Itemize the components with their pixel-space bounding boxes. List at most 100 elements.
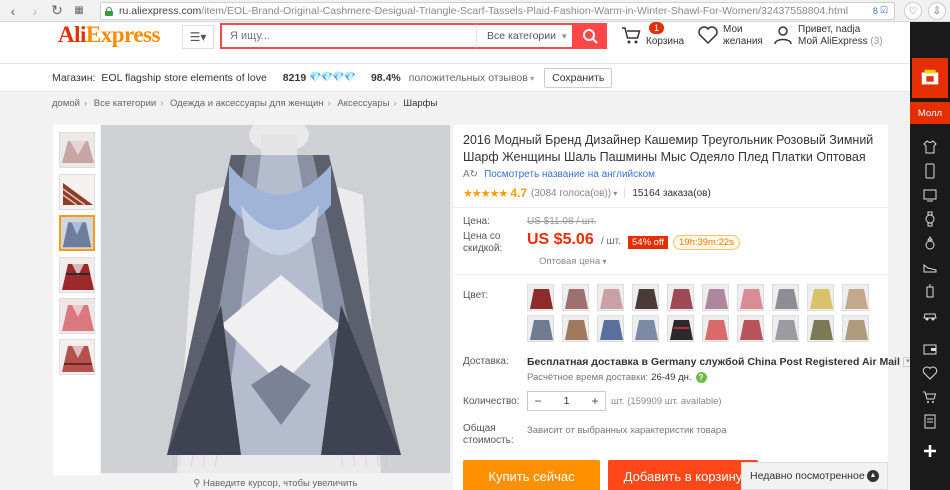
heart-icon <box>697 24 719 46</box>
rating-row: ★★★★★ 4.7 (3084 голоса(ов)) 15164 заказа… <box>463 186 711 200</box>
total-label-line1: Общая <box>463 423 496 434</box>
positive-feedback-dropdown[interactable]: положительных отзывов <box>409 72 534 84</box>
shipping-est-value: 26-49 дн. <box>651 372 692 383</box>
color-swatch[interactable] <box>527 315 554 342</box>
forward-button[interactable]: › <box>26 2 44 20</box>
color-swatch[interactable] <box>632 315 659 342</box>
heart-icon[interactable] <box>922 365 938 381</box>
address-bar[interactable]: ru.aliexpress.com/item/EOL-Brand-Origina… <box>100 2 895 20</box>
add-to-cart-button[interactable]: Добавить в корзину <box>608 460 758 490</box>
computer-icon[interactable] <box>922 187 938 203</box>
download-icon[interactable]: ⇩ <box>928 2 946 20</box>
thumbnail-strip <box>53 125 100 475</box>
color-swatch[interactable] <box>562 284 589 311</box>
orders-clipboard-icon[interactable] <box>922 413 938 429</box>
watch-icon[interactable] <box>922 211 938 227</box>
wallet-icon[interactable] <box>922 341 938 357</box>
heart-icon[interactable]: ♡ <box>904 2 922 20</box>
shirt-icon[interactable] <box>922 139 938 155</box>
apps-grid-icon[interactable]: ▦ <box>70 2 88 20</box>
shipping-method[interactable]: Бесплатная доставка в Germany службой Ch… <box>527 356 913 368</box>
translate-link-text: Посмотреть название на английском <box>484 169 656 180</box>
price-label: Цена: <box>463 216 490 227</box>
color-swatch[interactable] <box>842 315 869 342</box>
thumbnail-5[interactable] <box>59 298 95 334</box>
color-swatch[interactable] <box>772 315 799 342</box>
quantity-increase-button[interactable]: + <box>585 392 605 410</box>
toy-icon[interactable] <box>922 283 938 299</box>
lock-icon <box>105 6 113 16</box>
store-name-link[interactable]: EOL flagship store elements of love <box>101 72 266 84</box>
breadcrumb-home[interactable]: домой <box>52 98 80 109</box>
color-swatch[interactable] <box>807 284 834 311</box>
quantity-stepper: − 1 + <box>527 391 606 411</box>
color-swatch[interactable] <box>737 284 764 311</box>
mall-link[interactable]: Молл <box>910 102 950 124</box>
color-swatch[interactable] <box>597 315 624 342</box>
store-score: 8219 <box>282 71 307 84</box>
menu-button[interactable]: ☰▾ <box>182 25 214 49</box>
wholesale-price-dropdown[interactable]: Оптовая цена <box>539 256 606 267</box>
color-swatch[interactable] <box>842 284 869 311</box>
zoom-icon: ⚲ <box>193 478 201 489</box>
breadcrumb-accessories[interactable]: Аксессуары <box>337 98 389 109</box>
votes-dropdown[interactable]: (3084 голоса(ов)) <box>531 188 617 199</box>
color-swatch[interactable] <box>702 315 729 342</box>
site-header: AliExpress ☰▾ Все категории Корзина 1 Мо… <box>0 22 910 64</box>
breadcrumb: домой › Все категории › Одежда и аксессуар… <box>52 98 438 109</box>
aliexpress-logo[interactable]: AliExpress <box>58 22 160 48</box>
total-value: Зависит от выбранных характеристик товар… <box>527 425 727 436</box>
color-swatch[interactable] <box>527 284 554 311</box>
buy-now-button[interactable]: Купить сейчас <box>463 460 600 490</box>
promo-banner-icon[interactable] <box>912 58 948 98</box>
thumbnail-1[interactable] <box>59 132 95 168</box>
right-sidebar: Молл <box>910 22 950 490</box>
account-link[interactable]: Привет, nadja Мой AliExpress (3) <box>772 24 883 48</box>
color-swatch[interactable] <box>632 284 659 311</box>
search-category-select[interactable]: Все категории <box>476 23 572 49</box>
save-store-button[interactable]: Сохранить <box>544 67 613 88</box>
cart-icon[interactable] <box>922 389 938 405</box>
thumbnail-4[interactable] <box>59 257 95 293</box>
color-swatch[interactable] <box>772 284 799 311</box>
wishlist-link[interactable]: Мои желания <box>697 24 763 48</box>
breadcrumb-all-categories[interactable]: Все категории <box>94 98 156 109</box>
quantity-input[interactable]: 1 <box>548 395 585 407</box>
thumbnail-2[interactable] <box>59 174 95 210</box>
ring-icon[interactable] <box>922 235 938 251</box>
back-button[interactable]: ‹ <box>4 2 22 20</box>
old-price: US $11.08 / шт. <box>527 216 597 227</box>
color-swatch[interactable] <box>667 315 694 342</box>
help-icon[interactable]: ? <box>695 372 707 383</box>
recently-viewed-bar[interactable]: Недавно посмотренное ▲ <box>741 462 888 490</box>
thumbnail-6[interactable] <box>59 339 95 375</box>
search-button[interactable] <box>572 23 607 49</box>
quantity-decrease-button[interactable]: − <box>528 392 548 410</box>
shoe-icon[interactable] <box>922 259 938 275</box>
phone-icon[interactable] <box>922 163 938 179</box>
color-swatch[interactable] <box>737 315 764 342</box>
chevron-up-icon[interactable]: ▲ <box>867 470 879 482</box>
plus-icon[interactable] <box>922 443 938 459</box>
search-input[interactable] <box>220 23 476 49</box>
main-product-image[interactable] <box>101 125 450 473</box>
color-swatch[interactable] <box>702 284 729 311</box>
extension-badge[interactable]: 8 ☑ <box>873 5 888 16</box>
color-swatch[interactable] <box>597 284 624 311</box>
color-swatch[interactable] <box>667 284 694 311</box>
translate-link[interactable]: A↻ Посмотреть название на английском <box>463 169 655 180</box>
color-swatch[interactable] <box>562 315 589 342</box>
discount-price-label: Цена со скидкой: <box>463 231 502 255</box>
shipping-text: Бесплатная доставка в Germany службой Ch… <box>527 356 900 368</box>
breadcrumb-women-clothing[interactable]: Одежда и аксессуары для женщин <box>170 98 324 109</box>
thumbnail-3-selected[interactable] <box>59 215 95 251</box>
logo-main: Ali <box>58 22 86 47</box>
breadcrumb-scarves[interactable]: Шарфы <box>403 98 437 109</box>
cart-count-badge: 1 <box>649 22 665 34</box>
car-icon[interactable] <box>922 307 938 323</box>
color-swatch[interactable] <box>807 315 834 342</box>
reload-button[interactable]: ↻ <box>48 2 66 20</box>
recently-viewed-label: Недавно посмотренное <box>750 470 865 482</box>
discount-badge: 54% off <box>628 236 669 249</box>
account-label: Мой AliExpress <box>798 36 868 47</box>
